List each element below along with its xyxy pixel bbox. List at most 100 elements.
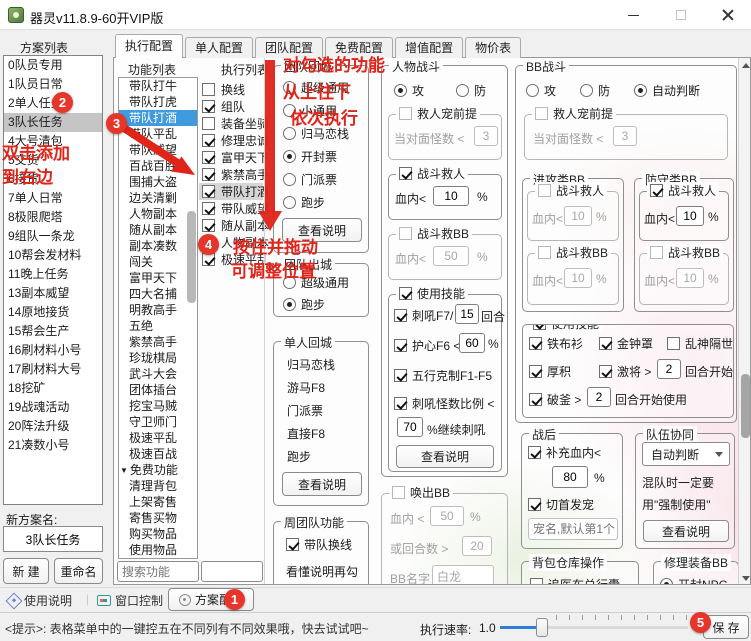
- hp-threshold-input[interactable]: [564, 206, 592, 226]
- checkbox-icon[interactable]: [286, 538, 299, 551]
- rename-plan-button[interactable]: 重命名: [54, 558, 103, 584]
- solo-return-option[interactable]: 归马恋栈: [287, 354, 335, 377]
- pane-scrollbar-thumb[interactable]: [740, 374, 750, 438]
- plan-list-item[interactable]: 10帮会发材料: [4, 246, 102, 265]
- checkbox-icon[interactable]: [394, 339, 407, 352]
- checkbox-icon[interactable]: [667, 337, 680, 350]
- cihou-round-input[interactable]: [455, 304, 479, 324]
- tab[interactable]: 单人配置: [185, 37, 254, 58]
- function-list-item[interactable]: ▼团体插台: [119, 382, 197, 398]
- summon-bb-checkbox[interactable]: 唤出BB: [389, 484, 454, 501]
- radio-icon[interactable]: [394, 84, 407, 97]
- jinzhongzhao-checkbox[interactable]: 金钟罩: [599, 335, 653, 352]
- person-defend-radio[interactable]: 防: [456, 82, 486, 99]
- checkbox-icon[interactable]: [538, 184, 551, 197]
- tab[interactable]: 增值配置: [395, 37, 464, 58]
- checkbox-icon[interactable]: [399, 107, 412, 120]
- ratio-checkbox[interactable]: 刺吼怪数比例 <: [394, 395, 494, 412]
- person-skill-help-button[interactable]: 查看说明: [396, 445, 494, 468]
- plan-list-item[interactable]: 21凑数小号: [4, 436, 102, 455]
- solo-return-help-button[interactable]: 查看说明: [282, 472, 362, 496]
- function-list-item[interactable]: ▼清理背包: [119, 478, 197, 494]
- scroll-up-icon[interactable]: [742, 63, 750, 68]
- houji-checkbox[interactable]: 厚积: [529, 363, 571, 380]
- summon-round-input[interactable]: [462, 536, 492, 556]
- solo-return-option[interactable]: 门派票: [287, 400, 335, 423]
- plan-list-item[interactable]: 19战魂活动: [4, 398, 102, 417]
- pofu-round-input[interactable]: [587, 387, 611, 407]
- defend-save-person-checkbox[interactable]: 战斗救人: [647, 182, 720, 199]
- function-list-item[interactable]: ▼购买物品: [119, 526, 197, 542]
- team-return-option[interactable]: 开封票: [283, 145, 349, 168]
- person-rescue-premise-checkbox[interactable]: 救人宠前提: [396, 105, 481, 122]
- person-save-person-checkbox[interactable]: 战斗救人: [396, 165, 469, 182]
- solo-return-option[interactable]: 游马F8: [287, 377, 335, 400]
- checkbox-icon[interactable]: [394, 309, 407, 322]
- team-out-option[interactable]: 跑步: [283, 293, 349, 315]
- function-list-scrollbar[interactable]: [187, 211, 196, 303]
- plan-list-item[interactable]: 13副本威望: [4, 284, 102, 303]
- plan-list-item[interactable]: 8极限爬塔: [4, 208, 102, 227]
- checkbox-icon[interactable]: [538, 246, 551, 259]
- function-list-item[interactable]: ▼随从副本: [119, 222, 197, 238]
- bb-attack-radio[interactable]: 攻: [526, 82, 556, 99]
- radio-icon[interactable]: [283, 196, 296, 209]
- checkbox-icon[interactable]: [599, 365, 612, 378]
- function-list-item[interactable]: ▼四大名捕: [119, 286, 197, 302]
- speed-slider-thumb[interactable]: [536, 618, 548, 637]
- scroll-down-icon[interactable]: [742, 576, 750, 581]
- pane-scrollbar[interactable]: [738, 58, 750, 584]
- checkbox-icon[interactable]: [399, 287, 412, 300]
- plan-list-item[interactable]: 14原地接货: [4, 303, 102, 322]
- refill-input[interactable]: [552, 466, 588, 488]
- plan-list-item[interactable]: 3队长任务: [4, 113, 102, 132]
- radio-icon[interactable]: [634, 84, 647, 97]
- function-list-item[interactable]: ▼明教高手: [119, 302, 197, 318]
- jijiang-round-input[interactable]: [657, 359, 681, 379]
- bb-rescue-premise-checkbox[interactable]: 救人宠前提: [532, 105, 617, 122]
- function-list-item[interactable]: ▼带队打牛: [119, 78, 197, 94]
- team-sync-dropdown[interactable]: 自动判断: [642, 442, 730, 466]
- huxin-checkbox[interactable]: 护心F6 <: [394, 337, 460, 354]
- radio-icon[interactable]: [456, 84, 469, 97]
- radio-icon[interactable]: [283, 297, 296, 311]
- tiebushan-checkbox[interactable]: 铁布衫: [529, 335, 583, 352]
- switch-pet-checkbox[interactable]: 切首发宠: [528, 496, 594, 513]
- function-list-item[interactable]: ▼使用物品: [119, 542, 197, 558]
- ratio-input[interactable]: [397, 417, 423, 437]
- person-use-skill-checkbox[interactable]: 使用技能: [396, 285, 469, 302]
- plan-list[interactable]: 0队员专用 1队员日常 2单人任务 3队长任务 4大号清包 5交货 6接货 7单…: [3, 55, 103, 505]
- checkbox-icon[interactable]: [529, 365, 542, 378]
- bag-ops-checkbox[interactable]: 追医布兑行囊: [530, 576, 620, 584]
- function-list-item[interactable]: ▼闯关: [119, 254, 197, 270]
- attack-save-person-checkbox[interactable]: 战斗救人: [535, 182, 608, 199]
- wuxing-checkbox[interactable]: 五行克制F1-F5: [394, 367, 492, 384]
- refill-checkbox[interactable]: 补充血内<: [528, 444, 601, 461]
- function-list-item[interactable]: ▼带队打虎: [119, 94, 197, 110]
- radio-icon[interactable]: [580, 84, 593, 97]
- function-list-item[interactable]: ▼边关清剿: [119, 190, 197, 206]
- checkbox-icon[interactable]: [529, 393, 542, 406]
- checkbox-icon[interactable]: [528, 498, 541, 511]
- bb-auto-radio[interactable]: 自动判断: [634, 82, 700, 99]
- plan-list-item[interactable]: 20阵法升级: [4, 417, 102, 436]
- team-sync-help-button[interactable]: 查看说明: [643, 520, 729, 542]
- hp-threshold-input[interactable]: [564, 268, 592, 288]
- checkbox-icon[interactable]: [392, 486, 405, 499]
- radio-icon[interactable]: [526, 84, 539, 97]
- function-list-item[interactable]: ▼极速百战: [119, 446, 197, 462]
- pofu-checkbox[interactable]: 破釜 >: [529, 391, 581, 408]
- bb-use-skill-checkbox[interactable]: 使用技能: [530, 325, 603, 332]
- huxin-threshold-input[interactable]: [459, 333, 485, 353]
- exec-list-item[interactable]: 换线: [199, 81, 263, 98]
- function-list-item[interactable]: ▼守卫师门: [119, 414, 197, 430]
- plan-list-item[interactable]: 15帮会生产: [4, 322, 102, 341]
- hp-threshold-input[interactable]: [433, 186, 469, 206]
- plan-name-input[interactable]: [3, 526, 103, 552]
- premise-count-input[interactable]: [474, 126, 498, 146]
- checkbox-icon[interactable]: [650, 246, 663, 259]
- exec-list-item[interactable]: 随从副本: [199, 217, 269, 234]
- summon-hp-input[interactable]: [430, 506, 464, 526]
- plan-list-item[interactable]: 17刷材料大号: [4, 360, 102, 379]
- hp-threshold-input[interactable]: [433, 246, 469, 266]
